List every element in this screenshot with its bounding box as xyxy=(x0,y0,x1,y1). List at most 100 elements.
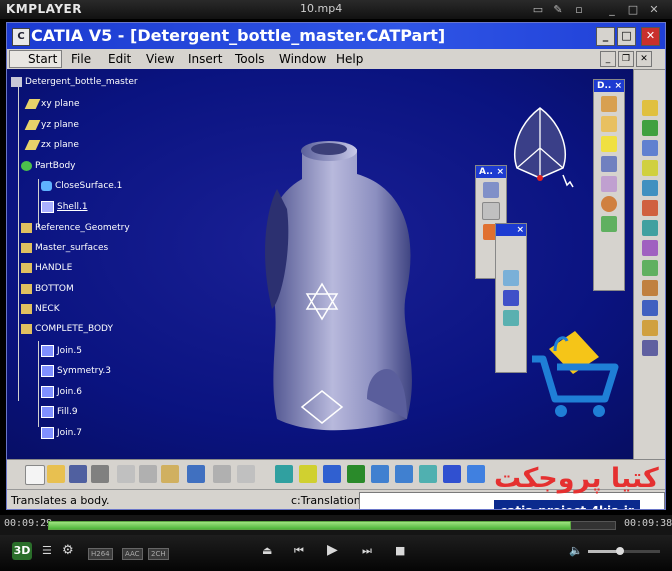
menu-insert[interactable]: Insert xyxy=(188,52,222,66)
menu-help[interactable]: Help xyxy=(336,52,363,66)
doc-restore-button[interactable]: ❐ xyxy=(618,51,634,67)
slot-icon[interactable] xyxy=(601,176,617,192)
menu-view[interactable]: View xyxy=(146,52,174,66)
toolbar-b-header[interactable]: × xyxy=(496,224,526,236)
menu-edit[interactable]: Edit xyxy=(108,52,131,66)
tree-item-join6[interactable]: Join.6 xyxy=(41,386,82,398)
redo-icon[interactable] xyxy=(213,465,231,483)
tree-item-zx-plane[interactable]: zx plane xyxy=(24,140,79,150)
edge-fillet-icon[interactable] xyxy=(642,120,658,136)
bottle-model[interactable] xyxy=(257,129,447,439)
thickness-icon[interactable] xyxy=(642,200,658,216)
tree-item-shell[interactable]: Shell.1 xyxy=(41,201,88,213)
rotate-icon[interactable] xyxy=(347,465,365,483)
player-close-icon[interactable]: ✕ xyxy=(646,2,662,17)
eject-icon[interactable]: ⏏ xyxy=(262,544,272,557)
tree-item-neck[interactable]: NECK xyxy=(21,304,60,314)
tree-item-master-surfaces[interactable]: Master_surfaces xyxy=(21,243,108,253)
tree-item-handle[interactable]: HANDLE xyxy=(21,263,72,273)
3d-button[interactable]: 3D xyxy=(12,542,32,560)
pattern-icon[interactable] xyxy=(503,290,519,306)
pin-icon[interactable]: ✎ xyxy=(550,2,566,17)
hole-icon[interactable] xyxy=(601,196,617,212)
tree-item-xy-plane[interactable]: xy plane xyxy=(24,99,79,109)
minimize-button[interactable]: _ xyxy=(596,27,615,46)
draft-icon[interactable] xyxy=(642,160,658,176)
playlist-icon[interactable]: ☰ xyxy=(42,544,52,557)
play-icon[interactable]: ▶ xyxy=(327,542,338,558)
menu-start[interactable]: Start xyxy=(9,50,63,68)
rib-icon[interactable] xyxy=(601,156,617,172)
plane-tool-icon[interactable] xyxy=(482,202,500,220)
tree-item-closesurface[interactable]: CloseSurface.1 xyxy=(41,181,122,191)
transform-icon[interactable] xyxy=(503,310,519,326)
chamfer-icon[interactable] xyxy=(642,140,658,156)
thick-surface-icon[interactable] xyxy=(642,240,658,256)
menu-tools[interactable]: Tools xyxy=(235,52,265,66)
whats-this-icon[interactable] xyxy=(237,465,255,483)
close-button[interactable]: ✕ xyxy=(641,27,660,46)
tree-item-join5[interactable]: Join.5 xyxy=(41,345,82,357)
tree-item-symmetry3[interactable]: Symmetry.3 xyxy=(41,365,111,377)
tree-item-yz-plane[interactable]: yz plane xyxy=(24,120,79,130)
tree-item-partbody[interactable]: PartBody xyxy=(21,161,76,171)
undo-icon[interactable] xyxy=(187,465,205,483)
curve-icon[interactable] xyxy=(483,182,499,198)
tree-root[interactable]: Detergent_bottle_master xyxy=(11,77,138,87)
fly-mode-icon[interactable] xyxy=(275,465,293,483)
pad-icon[interactable] xyxy=(601,96,617,112)
settings-icon[interactable]: ⚙ xyxy=(62,543,74,558)
toolbar-a-header[interactable]: A.. × xyxy=(476,166,506,178)
normal-view-icon[interactable] xyxy=(419,465,437,483)
boolean-icon[interactable] xyxy=(642,320,658,336)
3d-viewport[interactable]: Detergent_bottle_master xy plane yz plan… xyxy=(7,69,665,459)
views-icon[interactable] xyxy=(443,465,461,483)
save-icon[interactable] xyxy=(69,465,87,483)
menu-file[interactable]: File xyxy=(71,52,91,66)
tree-item-join7[interactable]: Join.7 xyxy=(41,427,82,439)
zoom-in-icon[interactable] xyxy=(371,465,389,483)
minimize-icon[interactable]: ▭ xyxy=(530,2,546,17)
doc-close-button[interactable]: ✕ xyxy=(636,51,652,67)
volume-knob[interactable] xyxy=(616,547,624,555)
fit-all-icon[interactable] xyxy=(299,465,317,483)
pocket-icon[interactable] xyxy=(601,116,617,132)
paste-icon[interactable] xyxy=(161,465,179,483)
doc-minimize-button[interactable]: _ xyxy=(600,51,616,67)
sketcher-icon[interactable] xyxy=(642,100,658,116)
compass-widget[interactable] xyxy=(505,103,575,199)
copy-icon[interactable] xyxy=(139,465,157,483)
new-icon[interactable] xyxy=(25,465,45,485)
translate-icon[interactable] xyxy=(503,270,519,286)
toolbar-close-icon[interactable]: × xyxy=(496,166,504,178)
maximize-button[interactable]: □ xyxy=(617,27,636,46)
zoom-out-icon[interactable] xyxy=(395,465,413,483)
mirror-icon[interactable] xyxy=(642,300,658,316)
menu-window[interactable]: Window xyxy=(279,52,326,66)
volume-icon[interactable]: 🔈 xyxy=(569,544,583,557)
close-surface-icon[interactable] xyxy=(642,260,658,276)
toolbar-d-header[interactable]: D.. × xyxy=(594,80,624,92)
toolbar-close-icon[interactable]: × xyxy=(516,224,524,236)
open-icon[interactable] xyxy=(47,465,65,483)
previous-icon[interactable]: ⏮ xyxy=(294,544,304,558)
tree-item-fill9[interactable]: Fill.9 xyxy=(41,406,78,418)
tree-item-bottom[interactable]: BOTTOM xyxy=(21,284,74,294)
print-icon[interactable] xyxy=(91,465,109,483)
shaft-icon[interactable] xyxy=(601,136,617,152)
next-icon[interactable]: ⏭ xyxy=(362,544,372,558)
groove-icon[interactable] xyxy=(601,216,617,232)
shell-tool-icon[interactable] xyxy=(642,180,658,196)
tree-item-complete-body[interactable]: COMPLETE_BODY xyxy=(21,324,113,334)
split-icon[interactable] xyxy=(642,220,658,236)
pan-icon[interactable] xyxy=(323,465,341,483)
tree-item-reference-geometry[interactable]: Reference_Geometry xyxy=(21,223,130,233)
shading-icon[interactable] xyxy=(467,465,485,483)
player-maximize-icon[interactable]: □ xyxy=(625,2,641,17)
toolbar-close-icon[interactable]: × xyxy=(614,80,622,92)
player-minimize-icon[interactable]: _ xyxy=(604,2,620,17)
stop-icon[interactable]: ■ xyxy=(395,544,405,557)
sew-surface-icon[interactable] xyxy=(642,280,658,296)
expand-icon[interactable]: ▫ xyxy=(571,2,587,17)
cut-icon[interactable] xyxy=(117,465,135,483)
